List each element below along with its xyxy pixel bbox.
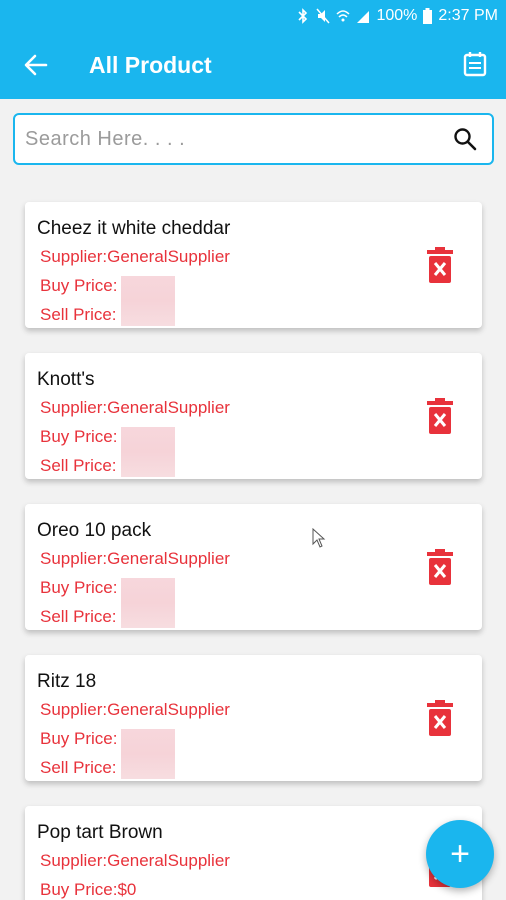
buy-price-label: Buy Price:$0 (40, 880, 137, 899)
search-icon[interactable] (452, 126, 478, 152)
product-name: Oreo 10 pack (37, 520, 152, 541)
supplier-label: Supplier:GeneralSupplier (40, 398, 230, 417)
calendar-icon[interactable] (460, 49, 490, 79)
delete-icon[interactable] (426, 247, 454, 283)
sell-price-label: Sell Price: (40, 305, 117, 324)
product-card[interactable]: Oreo 10 pack Supplier:GeneralSupplier Bu… (25, 504, 482, 630)
redacted-price (121, 276, 175, 326)
battery-icon (423, 8, 433, 24)
search-input[interactable] (15, 115, 452, 163)
redacted-price (121, 427, 175, 477)
redacted-price (121, 729, 175, 779)
mouse-cursor-icon (312, 528, 326, 548)
product-card[interactable]: Ritz 18 Supplier:GeneralSupplier Buy Pri… (25, 655, 482, 781)
delete-icon[interactable] (426, 549, 454, 585)
supplier-label: Supplier:GeneralSupplier (40, 549, 230, 568)
redacted-price (121, 578, 175, 628)
signal-icon (357, 11, 370, 23)
sell-price-label: Sell Price: (40, 456, 117, 475)
bluetooth-icon (298, 8, 308, 24)
delete-icon[interactable] (426, 398, 454, 434)
buy-price-label: Buy Price: (40, 427, 118, 446)
buy-price-label: Buy Price: (40, 729, 118, 748)
product-card[interactable]: Pop tart Brown Supplier:GeneralSupplier … (25, 806, 482, 900)
sell-price-label: Sell Price: (40, 758, 117, 777)
clock: 2:37 PM (438, 7, 498, 24)
plus-icon: + (450, 835, 470, 873)
buy-price-label: Buy Price: (40, 276, 118, 295)
app-bar: 100% 2:37 PM All Product (0, 0, 506, 99)
status-bar: 100% 2:37 PM (296, 0, 498, 32)
mute-icon (316, 8, 331, 24)
delete-icon[interactable] (426, 700, 454, 736)
product-card[interactable]: Knott's Supplier:GeneralSupplier Buy Pri… (25, 353, 482, 479)
sell-price-label: Sell Price: (40, 607, 117, 626)
supplier-label: Supplier:GeneralSupplier (40, 851, 230, 870)
supplier-label: Supplier:GeneralSupplier (40, 700, 230, 719)
toolbar: All Product (0, 38, 506, 94)
search-box (13, 113, 494, 165)
product-name: Knott's (37, 369, 95, 390)
wifi-icon (336, 10, 351, 22)
page-title: All Product (89, 52, 212, 78)
product-card[interactable]: Cheez it white cheddar Supplier:GeneralS… (25, 202, 482, 328)
product-name: Cheez it white cheddar (37, 218, 231, 239)
add-product-button[interactable]: + (426, 820, 494, 888)
product-name: Ritz 18 (37, 671, 97, 692)
supplier-label: Supplier:GeneralSupplier (40, 247, 230, 266)
battery-percent: 100% (376, 7, 418, 24)
back-arrow-icon[interactable] (22, 51, 50, 79)
product-name: Pop tart Brown (37, 822, 163, 843)
buy-price-label: Buy Price: (40, 578, 118, 597)
